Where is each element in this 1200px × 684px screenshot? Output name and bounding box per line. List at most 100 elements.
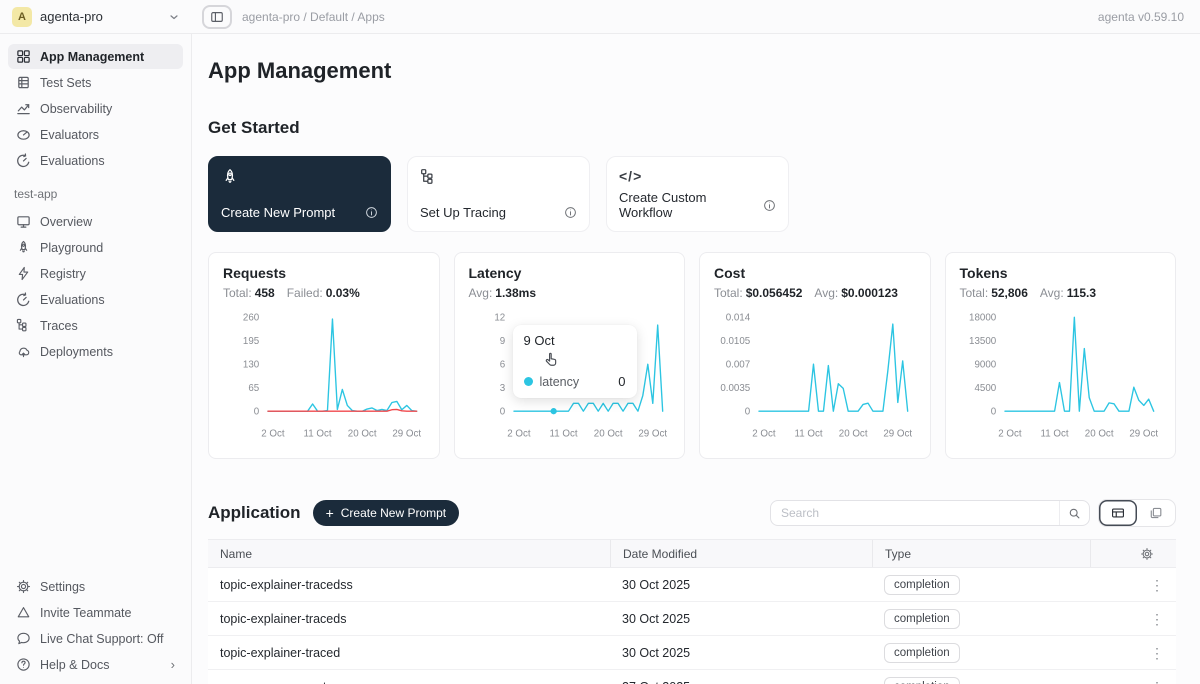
- svg-text:0.007: 0.007: [726, 360, 750, 371]
- svg-text:3: 3: [499, 383, 504, 394]
- invite-icon: [16, 605, 31, 620]
- type-badge: completion: [884, 575, 960, 595]
- sidebar-item-deployments[interactable]: Deployments: [8, 339, 183, 364]
- sidebar-item-live-chat[interactable]: Live Chat Support: Off: [8, 626, 183, 651]
- sidebar-item-app-evaluations[interactable]: Evaluations: [8, 287, 183, 312]
- card-label: Create New Prompt: [221, 205, 335, 220]
- chart-stats: Total:$0.056452 Avg:$0.000123: [714, 286, 916, 300]
- sidebar: App Management Test Sets Observability E…: [0, 34, 192, 684]
- get-started-cards: Create New Prompt Set Up Tracing </> Cre…: [208, 156, 1176, 232]
- info-icon[interactable]: [365, 206, 378, 219]
- button-label: Create New Prompt: [341, 506, 446, 520]
- table-row[interactable]: topic-explainer-traceds 30 Oct 2025 comp…: [208, 602, 1176, 636]
- chart-line-icon: [16, 101, 31, 116]
- type-badge: completion: [884, 677, 960, 684]
- plus-icon: +: [326, 505, 334, 521]
- svg-text:0.0105: 0.0105: [720, 336, 750, 347]
- code-icon: </>: [619, 168, 776, 184]
- sidebar-item-evaluators[interactable]: Evaluators: [8, 122, 183, 147]
- info-icon[interactable]: [763, 199, 776, 212]
- type-badge: completion: [884, 609, 960, 629]
- svg-text:0.0035: 0.0035: [720, 383, 750, 394]
- column-settings[interactable]: [1090, 540, 1176, 567]
- tooltip-series-row: latency 0: [524, 374, 626, 389]
- create-custom-workflow-card[interactable]: </> Create Custom Workflow: [606, 156, 789, 232]
- app-name: topic-explainer-tracedss: [208, 568, 610, 601]
- sidebar-item-overview[interactable]: Overview: [8, 209, 183, 234]
- date-modified: 30 Oct 2025: [610, 568, 872, 601]
- sidebar-item-app-management[interactable]: App Management: [8, 44, 183, 69]
- row-menu-button[interactable]: ⋮: [1150, 578, 1164, 592]
- table-row[interactable]: topic-explainer-tracedss 30 Oct 2025 com…: [208, 568, 1176, 602]
- chevron-right-icon: ›: [171, 657, 175, 672]
- sidebar-item-help-docs[interactable]: Help & Docs ›: [8, 652, 183, 677]
- chat-icon: [16, 631, 31, 646]
- svg-text:20 Oct: 20 Oct: [348, 429, 377, 440]
- svg-text:6: 6: [499, 360, 504, 371]
- workspace-selector[interactable]: A agenta-pro: [0, 7, 192, 27]
- rocket-icon: [16, 240, 31, 255]
- sidebar-item-label: Invite Teammate: [40, 606, 131, 620]
- table-row[interactable]: career-assessment 27 Oct 2025 completion…: [208, 670, 1176, 684]
- sidebar-item-observability[interactable]: Observability: [8, 96, 183, 121]
- help-icon: [16, 657, 31, 672]
- tooltip-series-label: latency: [540, 375, 580, 389]
- info-icon[interactable]: [564, 206, 577, 219]
- sidebar-collapse-button[interactable]: [202, 5, 232, 29]
- row-menu-button[interactable]: ⋮: [1150, 612, 1164, 626]
- svg-text:4500: 4500: [974, 383, 996, 394]
- version-label: agenta v0.59.10: [1098, 10, 1200, 24]
- sidebar-item-registry[interactable]: Registry: [8, 261, 183, 286]
- table-header: Name Date Modified Type: [208, 539, 1176, 568]
- gauge-icon: [16, 127, 31, 142]
- cloud-icon: [16, 344, 31, 359]
- svg-text:260: 260: [243, 313, 260, 324]
- table-row[interactable]: topic-explainer-traced 30 Oct 2025 compl…: [208, 636, 1176, 670]
- svg-text:0: 0: [745, 407, 751, 418]
- svg-text:18000: 18000: [969, 313, 997, 324]
- sidebar-item-invite-teammate[interactable]: Invite Teammate: [8, 600, 183, 625]
- svg-text:20 Oct: 20 Oct: [593, 429, 622, 440]
- requests-chart[interactable]: 0651301952602 Oct11 Oct20 Oct29 Oct: [223, 308, 425, 442]
- topbar: A agenta-pro agenta-pro / Default / Apps…: [0, 0, 1200, 34]
- row-menu-button[interactable]: ⋮: [1150, 646, 1164, 660]
- sidebar-item-evaluations[interactable]: Evaluations: [8, 148, 183, 173]
- gear-icon: [1140, 547, 1154, 561]
- sidebar-item-test-sets[interactable]: Test Sets: [8, 70, 183, 95]
- sidebar-item-playground[interactable]: Playground: [8, 235, 183, 260]
- column-header-name[interactable]: Name: [208, 540, 610, 567]
- tree-icon: [16, 318, 31, 333]
- type-badge: completion: [884, 643, 960, 663]
- workspace-avatar: A: [12, 7, 32, 27]
- breadcrumb[interactable]: agenta-pro / Default / Apps: [242, 10, 385, 24]
- svg-text:12: 12: [494, 313, 505, 324]
- test-sets-icon: [16, 75, 31, 90]
- search-icon[interactable]: [1059, 501, 1089, 525]
- column-header-type[interactable]: Type: [872, 540, 1090, 567]
- get-started-heading: Get Started: [208, 118, 1176, 138]
- card-view-button[interactable]: [1137, 500, 1175, 526]
- row-menu-button[interactable]: ⋮: [1150, 680, 1164, 684]
- svg-text:11 Oct: 11 Oct: [1040, 429, 1068, 440]
- sidebar-item-settings[interactable]: Settings: [8, 574, 183, 599]
- tokens-chart[interactable]: 04500900013500180002 Oct11 Oct20 Oct29 O…: [960, 308, 1162, 442]
- chart-title: Tokens: [960, 265, 1162, 281]
- card-label: Set Up Tracing: [420, 205, 506, 220]
- svg-text:11 Oct: 11 Oct: [795, 429, 823, 440]
- application-header: Application + Create New Prompt: [208, 499, 1176, 527]
- cost-chart[interactable]: 00.00350.0070.01050.0142 Oct11 Oct20 Oct…: [714, 308, 916, 442]
- search-input[interactable]: [771, 506, 1059, 520]
- svg-text:195: 195: [243, 336, 260, 347]
- set-up-tracing-card[interactable]: Set Up Tracing: [407, 156, 590, 232]
- svg-text:2 Oct: 2 Oct: [998, 429, 1022, 440]
- column-header-date-modified[interactable]: Date Modified: [610, 540, 872, 567]
- main-content: App Management Get Started Create New Pr…: [192, 34, 1200, 684]
- svg-text:0.014: 0.014: [726, 313, 751, 324]
- create-new-prompt-button[interactable]: + Create New Prompt: [313, 500, 460, 526]
- svg-text:0: 0: [499, 407, 505, 418]
- sidebar-group-label: test-app: [14, 187, 183, 201]
- lightning-icon: [16, 266, 31, 281]
- sidebar-item-traces[interactable]: Traces: [8, 313, 183, 338]
- create-new-prompt-card[interactable]: Create New Prompt: [208, 156, 391, 232]
- table-view-button[interactable]: [1099, 500, 1137, 526]
